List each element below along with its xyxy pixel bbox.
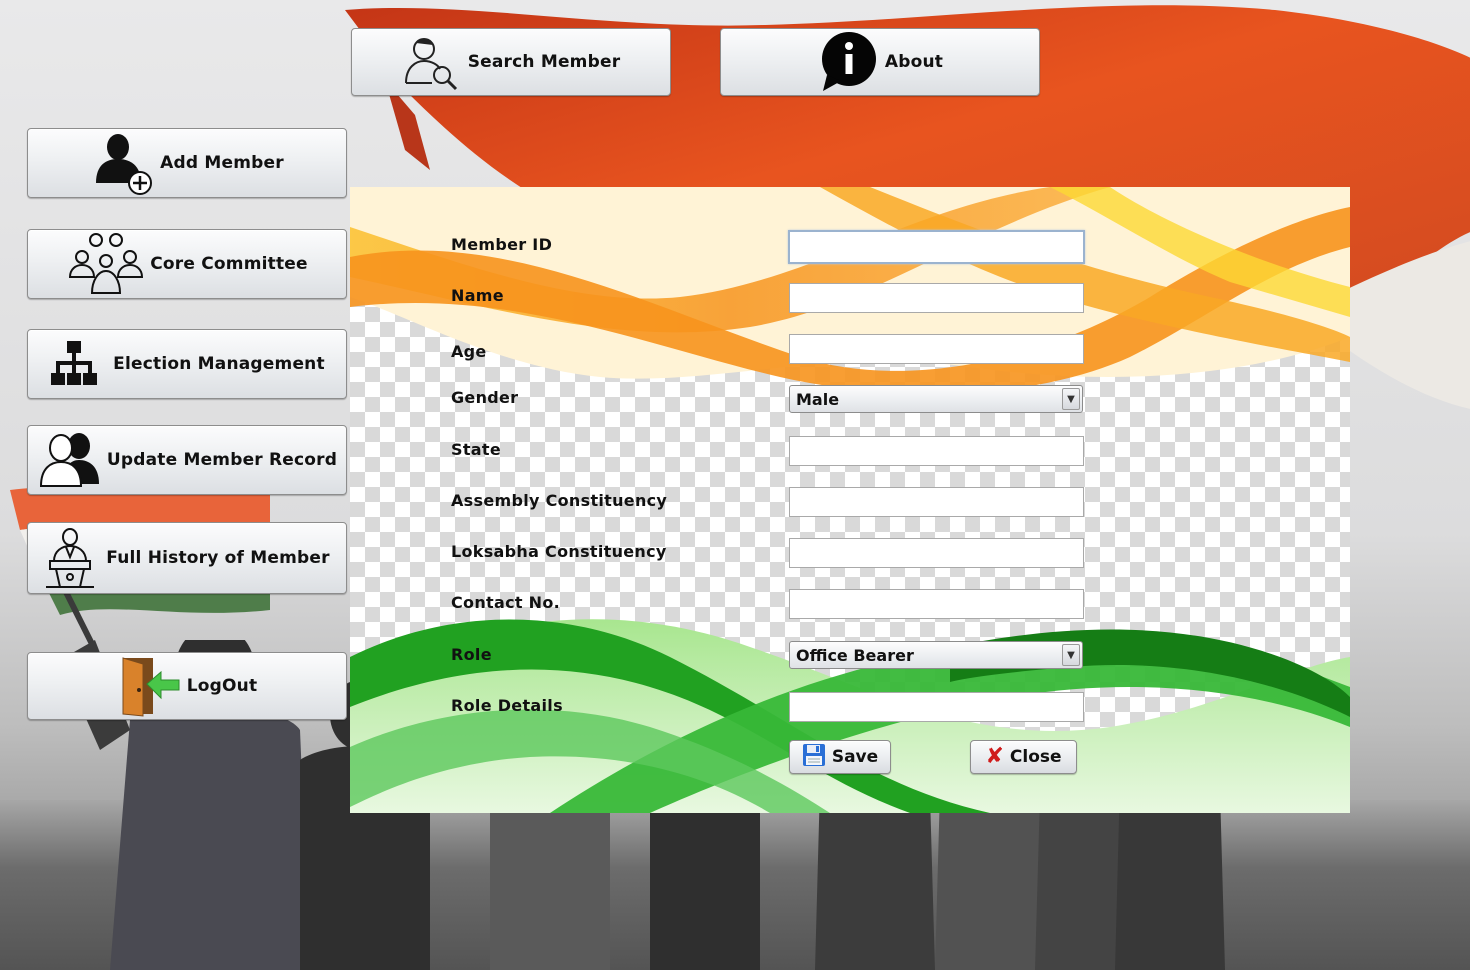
age-input[interactable] [789, 334, 1084, 364]
loksabha-constituency-input[interactable] [789, 538, 1084, 568]
sidebar-item-label: Add Member [160, 153, 284, 173]
election-management-button[interactable]: Election Management [27, 329, 347, 399]
chevron-down-icon[interactable]: ▼ [1062, 388, 1080, 410]
state-label: State [451, 440, 501, 459]
role-select[interactable]: Office Bearer ▼ [789, 641, 1083, 669]
assembly-constituency-label: Assembly Constituency [451, 491, 668, 510]
contact-no-input[interactable] [789, 589, 1084, 619]
close-label: Close [1009, 747, 1062, 767]
loksabha-constituency-label: Loksabha Constituency [451, 542, 667, 561]
add-member-button[interactable]: Add Member [27, 128, 347, 198]
core-committee-button[interactable]: Core Committee [27, 229, 347, 299]
sidebar-item-label: Full History of Member [106, 548, 330, 568]
full-history-button[interactable]: Full History of Member [27, 522, 347, 594]
contact-no-label: Contact No. [451, 593, 561, 612]
age-label: Age [451, 342, 487, 361]
search-member-button[interactable]: Search Member [351, 28, 671, 96]
info-bubble-icon [817, 31, 881, 93]
sidebar-item-label: Update Member Record [106, 450, 338, 470]
chevron-down-icon[interactable]: ▼ [1062, 644, 1080, 666]
gender-label: Gender [451, 388, 519, 407]
floppy-disk-icon [802, 743, 826, 772]
member-id-label: Member ID [451, 235, 553, 254]
search-person-icon [402, 33, 460, 91]
search-member-label: Search Member [467, 52, 621, 72]
name-label: Name [451, 286, 504, 305]
member-form-panel: Member ID Name Age Gender State Assembly… [350, 187, 1350, 813]
exit-door-icon [117, 654, 183, 718]
close-button[interactable]: ✘ Close [970, 740, 1077, 774]
save-button[interactable]: Save [789, 740, 891, 774]
role-details-label: Role Details [451, 696, 563, 715]
logout-button[interactable]: LogOut [27, 652, 347, 720]
sidebar-item-label: LogOut [186, 676, 258, 696]
sidebar-item-label: Core Committee [150, 254, 308, 274]
speaker-podium-icon [44, 527, 96, 589]
name-input[interactable] [789, 283, 1084, 313]
hierarchy-icon [49, 339, 99, 389]
gender-selected-value: Male [796, 389, 840, 409]
group-icon [66, 231, 146, 297]
assembly-constituency-input[interactable] [789, 487, 1084, 517]
state-input[interactable] [789, 436, 1084, 466]
users-icon [37, 430, 103, 490]
about-button[interactable]: About [720, 28, 1040, 96]
member-id-input[interactable] [788, 230, 1085, 264]
gender-select[interactable]: Male ▼ [789, 385, 1083, 413]
save-label: Save [831, 747, 879, 767]
role-details-input[interactable] [789, 692, 1084, 722]
sidebar-item-label: Election Management [113, 354, 325, 374]
update-member-record-button[interactable]: Update Member Record [27, 425, 347, 495]
add-person-icon [90, 131, 156, 195]
about-label: About [884, 52, 944, 72]
role-label: Role [451, 645, 492, 664]
role-selected-value: Office Bearer [796, 645, 914, 665]
close-icon: ✘ [985, 744, 1004, 769]
